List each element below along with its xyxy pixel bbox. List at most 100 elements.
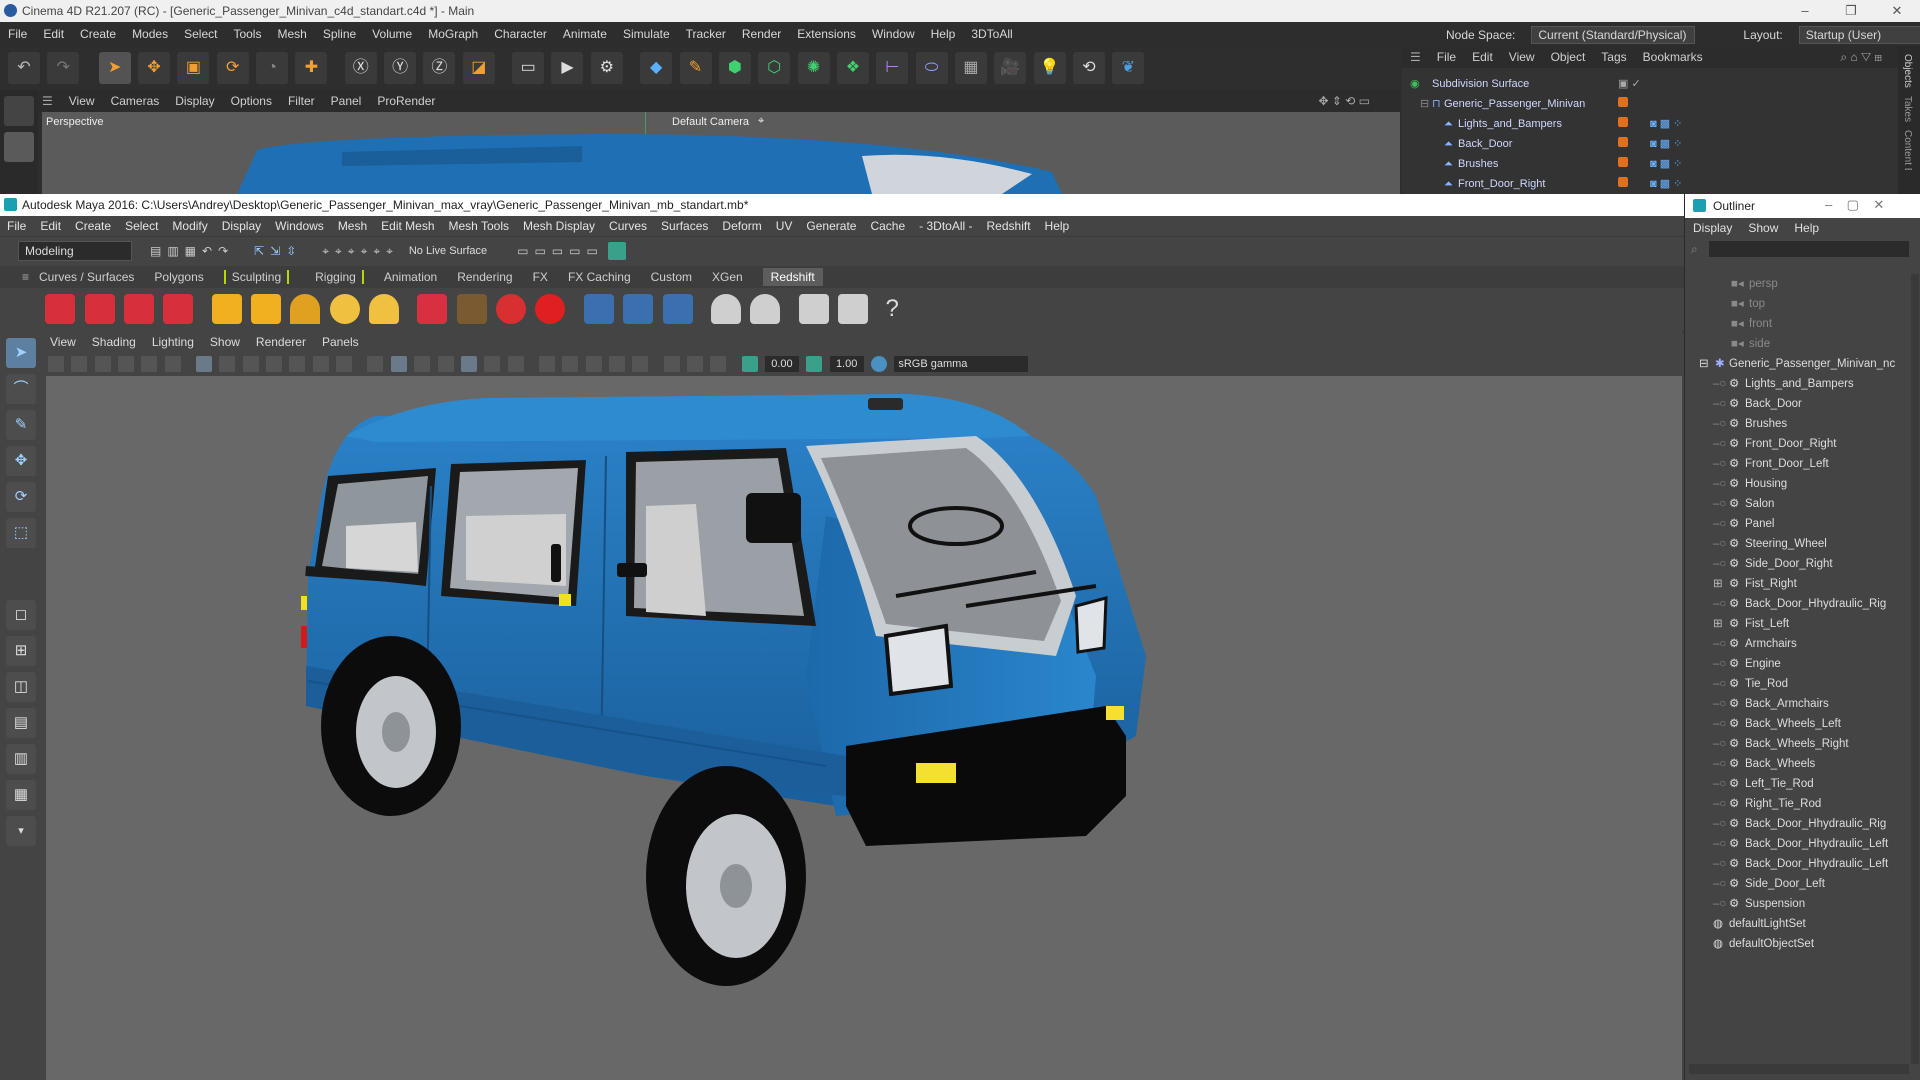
screen-space-ao-icon[interactable] bbox=[507, 356, 524, 372]
backface-culling-icon[interactable] bbox=[710, 356, 727, 372]
object-row[interactable]: ⏶ Front_Door_Right ◙ ▩ ⁘ bbox=[1402, 174, 1898, 194]
list-item[interactable]: –○ ⚙ Back_Door_Hhydraulic_Rig bbox=[1685, 594, 1920, 614]
c4d-menu-edit[interactable]: Edit bbox=[43, 27, 64, 41]
field-chart-icon[interactable] bbox=[289, 356, 306, 372]
list-item[interactable]: –○ ⚙ Front_Door_Left bbox=[1685, 454, 1920, 474]
list-item[interactable]: ⊞ ⚙ Fist_Left bbox=[1685, 614, 1920, 634]
object-row[interactable]: ◉ Subdivision Surface ▣ ✓ bbox=[1402, 74, 1898, 94]
c4d-viewport[interactable]: Perspective Default Camera ⌖ bbox=[42, 112, 1400, 194]
field-icon[interactable]: ⬭ bbox=[915, 52, 948, 84]
c4d-menu-help[interactable]: Help bbox=[931, 27, 956, 41]
object-search-icons[interactable]: ⌕ ⌂ ▽ ⊞ bbox=[1840, 50, 1882, 65]
list-item[interactable]: ⊟ ✱ Generic_Passenger_Minivan_nc bbox=[1685, 354, 1920, 374]
list-item[interactable]: –○ ⚙ Lights_and_Bampers bbox=[1685, 374, 1920, 394]
list-item[interactable]: ■◂ front bbox=[1685, 314, 1920, 334]
redshift-script-editor-icon[interactable] bbox=[798, 294, 829, 324]
persp-outliner-layout-icon[interactable]: ▤ bbox=[6, 708, 36, 738]
c4d-menu-spline[interactable]: Spline bbox=[323, 27, 356, 41]
list-item[interactable]: –○ ⚙ Back_Door_Hhydraulic_Left bbox=[1685, 854, 1920, 874]
c4d-vp-filter[interactable]: Filter bbox=[288, 94, 315, 108]
list-item[interactable]: –○ ⚙ Steering_Wheel bbox=[1685, 534, 1920, 554]
redshift-volume-icon[interactable] bbox=[496, 294, 527, 324]
object-row[interactable]: ⏶ Brushes ◙ ▩ ⁘ bbox=[1402, 154, 1898, 174]
c4d-vp-cameras[interactable]: Cameras bbox=[111, 94, 160, 108]
maya-menu-generate[interactable]: Generate bbox=[806, 219, 856, 233]
redshift-render-icon[interactable] bbox=[84, 294, 115, 324]
redshift-sun-sky-icon[interactable] bbox=[369, 294, 400, 324]
grid-icon[interactable] bbox=[196, 356, 213, 372]
isolate-select-icon[interactable] bbox=[608, 356, 625, 372]
selection-mask-icons[interactable]: ⇱⇲⇳ bbox=[254, 244, 302, 258]
layer-color-swatch[interactable] bbox=[1618, 137, 1628, 147]
c4d-menu-mesh[interactable]: Mesh bbox=[277, 27, 306, 41]
wireframe-icon[interactable] bbox=[367, 356, 384, 372]
layer-color-swatch[interactable] bbox=[1618, 177, 1628, 187]
redshift-log-icon[interactable] bbox=[837, 294, 868, 324]
help-icon[interactable]: ? bbox=[877, 294, 907, 324]
list-item[interactable]: ■◂ persp bbox=[1685, 274, 1920, 294]
hypershade-layout-icon[interactable]: ▦ bbox=[6, 780, 36, 810]
maya-menu-select[interactable]: Select bbox=[125, 219, 158, 233]
z-axis-icon[interactable]: Ⓩ bbox=[423, 52, 456, 84]
obj-menu-view[interactable]: View bbox=[1509, 50, 1535, 64]
resolution-gate-icon[interactable] bbox=[242, 356, 259, 372]
shelf-tab-rendering[interactable]: Rendering bbox=[457, 270, 512, 284]
list-item[interactable]: –○ ⚙ Back_Wheels bbox=[1685, 754, 1920, 774]
redshift-settings-icon[interactable] bbox=[163, 294, 194, 324]
collapse-icon[interactable]: ⊟ bbox=[1420, 94, 1429, 114]
side-tab-objects[interactable]: Objects bbox=[1902, 54, 1913, 88]
live-surface-field[interactable]: No Live Surface bbox=[409, 245, 487, 257]
obj-menu-tags[interactable]: Tags bbox=[1601, 50, 1626, 64]
collapse-icon[interactable]: ⊟ bbox=[1699, 354, 1709, 374]
list-item[interactable]: ■◂ side bbox=[1685, 334, 1920, 354]
c4d-vp-display[interactable]: Display bbox=[175, 94, 214, 108]
list-item[interactable]: –○ ⚙ Side_Door_Left bbox=[1685, 874, 1920, 894]
redshift-render-view-icon[interactable] bbox=[45, 294, 76, 324]
list-item[interactable]: –○ ⚙ Back_Armchairs bbox=[1685, 694, 1920, 714]
maya-vp-renderer[interactable]: Renderer bbox=[256, 335, 306, 349]
maya-menu-deform[interactable]: Deform bbox=[722, 219, 761, 233]
four-view-layout-icon[interactable]: ⊞ bbox=[6, 636, 36, 666]
shelf-tab-animation[interactable]: Animation bbox=[384, 270, 437, 284]
color-management-icon[interactable] bbox=[871, 356, 887, 372]
gamma-field[interactable]: 1.00 bbox=[829, 356, 864, 372]
render-settings-icon[interactable]: ⚙ bbox=[590, 52, 623, 84]
redshift-area-light-icon[interactable] bbox=[211, 294, 242, 324]
list-item[interactable]: ⊞ ⚙ Fist_Right bbox=[1685, 574, 1920, 594]
c4d-menu-volume[interactable]: Volume bbox=[372, 27, 412, 41]
outliner-menu-display[interactable]: Display bbox=[1693, 221, 1732, 235]
motion-blur-icon[interactable] bbox=[538, 356, 555, 372]
move-tool-icon[interactable]: ✥ bbox=[6, 446, 36, 476]
object-row[interactable]: ⏶ Lights_and_Bampers ◙ ▩ ⁘ bbox=[1402, 114, 1898, 134]
maya-vp-view[interactable]: View bbox=[50, 335, 76, 349]
textured-icon[interactable] bbox=[437, 356, 454, 372]
outliner-window-controls[interactable]: – ▢ ✕ bbox=[1825, 197, 1884, 213]
node-space-dropdown[interactable]: Current (Standard/Physical) bbox=[1531, 26, 1696, 44]
paint-select-icon[interactable]: ✎ bbox=[6, 410, 36, 440]
c4d-menu-3dtoall[interactable]: 3DToAll bbox=[971, 27, 1012, 41]
list-item[interactable]: –○ ⚙ Panel bbox=[1685, 514, 1920, 534]
floor-icon[interactable]: ▦ bbox=[954, 52, 987, 84]
camera-icon[interactable]: 🎥 bbox=[994, 52, 1027, 84]
redshift-dome-light-icon[interactable] bbox=[329, 294, 360, 324]
shelf-tab-redshift[interactable]: Redshift bbox=[762, 268, 823, 286]
image-plane-icon[interactable] bbox=[118, 356, 135, 372]
redshift-hair-icon[interactable] bbox=[456, 294, 487, 324]
list-item[interactable]: ■◂ top bbox=[1685, 294, 1920, 314]
wireframe-on-shaded-icon[interactable] bbox=[414, 356, 431, 372]
maya-menu-edit[interactable]: Edit bbox=[40, 219, 61, 233]
make-editable-icon[interactable] bbox=[4, 96, 34, 126]
maya-menu-windows[interactable]: Windows bbox=[275, 219, 324, 233]
mograph-icon[interactable]: ❖ bbox=[836, 52, 869, 84]
outliner-menu-show[interactable]: Show bbox=[1748, 221, 1778, 235]
close-icon[interactable]: ✕ bbox=[1874, 0, 1920, 22]
render-view-icon[interactable]: ▭ bbox=[512, 52, 545, 84]
toolbox-collapse-icon[interactable]: ▾ bbox=[6, 816, 36, 846]
outliner-filter-icon[interactable]: ⌕ bbox=[1691, 242, 1698, 257]
gate-mask-icon[interactable] bbox=[266, 356, 283, 372]
shelf-tab-curves-surfaces[interactable]: Curves / Surfaces bbox=[39, 270, 134, 284]
lasso-tool-icon[interactable]: ⌒ bbox=[6, 374, 36, 404]
rotate-icon[interactable]: ⟳ bbox=[216, 52, 249, 84]
single-view-layout-icon[interactable]: ◻ bbox=[6, 600, 36, 630]
multisample-aa-icon[interactable] bbox=[562, 356, 579, 372]
